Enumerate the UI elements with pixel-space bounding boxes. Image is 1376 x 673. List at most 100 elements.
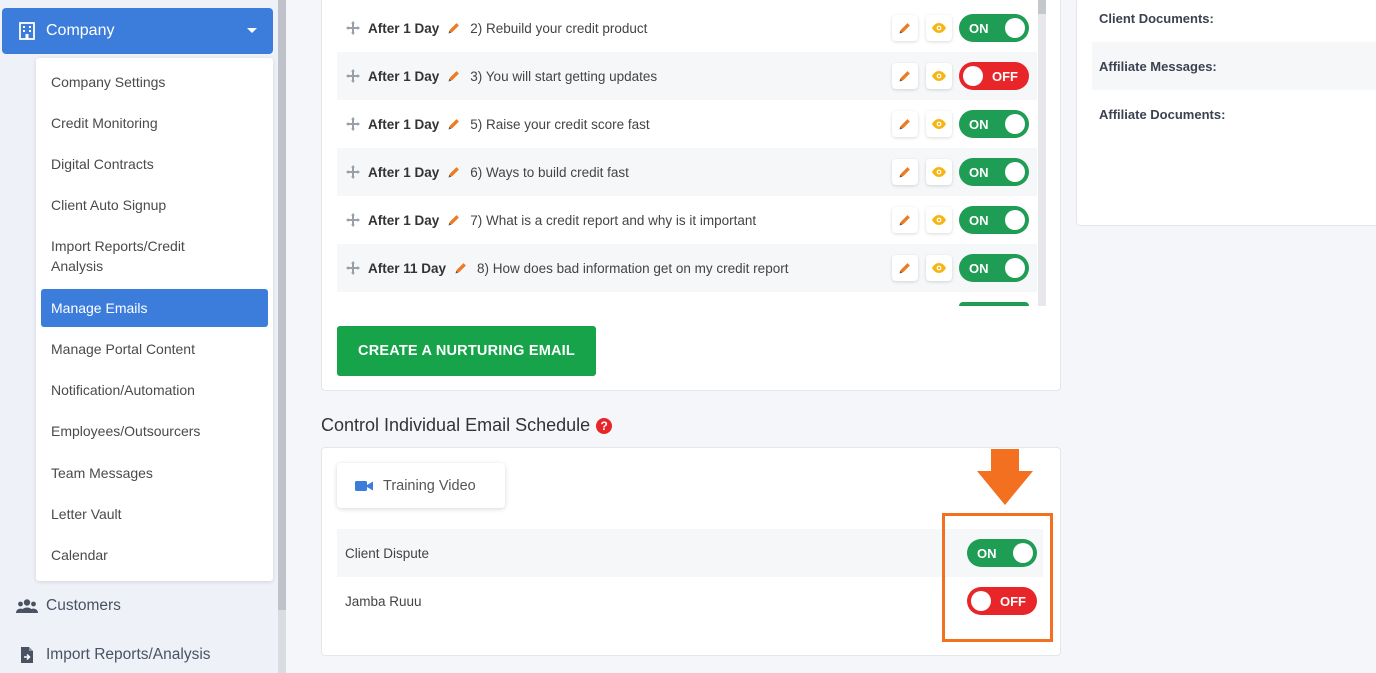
submenu-item-client-auto-signup[interactable]: Client Auto Signup xyxy=(51,195,266,215)
training-video-button[interactable]: Training Video xyxy=(337,463,505,508)
preview-button[interactable] xyxy=(926,255,952,281)
status-toggle[interactable]: ON xyxy=(959,206,1029,234)
toggle-label: ON xyxy=(969,260,989,276)
preview-button[interactable] xyxy=(926,207,952,233)
pencil-icon xyxy=(899,167,910,178)
pencil-icon[interactable] xyxy=(447,213,461,227)
delay-label: After 1 Day xyxy=(368,212,440,228)
submenu-item-manage-portal-content[interactable]: Manage Portal Content xyxy=(51,339,266,359)
toggle-label: OFF xyxy=(992,68,1018,84)
edit-button[interactable] xyxy=(892,15,918,41)
schedule-row: Jamba Ruuu xyxy=(337,577,1043,625)
status-toggle[interactable]: ON xyxy=(959,14,1029,42)
pencil-icon xyxy=(899,215,910,226)
status-toggle-partial[interactable] xyxy=(959,302,1029,306)
email-subject[interactable]: 8) How does bad information get on my cr… xyxy=(477,261,788,276)
edit-button[interactable] xyxy=(892,63,918,89)
video-camera-icon xyxy=(355,479,373,493)
section-title: Control Individual Email Schedule ? xyxy=(321,415,613,436)
pencil-icon[interactable] xyxy=(454,261,468,275)
schedule-title: Control Individual Email Schedule xyxy=(321,415,591,435)
eye-icon xyxy=(932,215,946,225)
edit-button[interactable] xyxy=(892,207,918,233)
eye-icon xyxy=(932,119,946,129)
pencil-icon[interactable] xyxy=(447,21,461,35)
email-subject[interactable]: 6) Ways to build credit fast xyxy=(470,165,629,180)
edit-button[interactable] xyxy=(892,111,918,137)
drag-handle-icon[interactable] xyxy=(345,260,361,276)
delay-label: After 1 Day xyxy=(368,68,440,84)
create-nurturing-email-button[interactable]: CREATE A NURTURING EMAIL xyxy=(337,326,596,376)
status-toggle[interactable]: ON xyxy=(959,254,1029,282)
sidebar-scrollbar-thumb[interactable] xyxy=(278,0,286,610)
submenu-item-employees-outsourcers[interactable]: Employees/Outsourcers xyxy=(51,421,266,441)
sidebar-item-label: Customers xyxy=(46,597,121,614)
edit-button[interactable] xyxy=(892,255,918,281)
submenu-item-digital-contracts[interactable]: Digital Contracts xyxy=(51,154,266,174)
drag-handle-icon[interactable] xyxy=(345,68,361,84)
email-subject[interactable]: 2) Rebuild your credit product xyxy=(470,21,647,36)
submenu-item-company-settings[interactable]: Company Settings xyxy=(51,72,266,92)
drag-handle-icon[interactable] xyxy=(345,212,361,228)
status-toggle[interactable]: ON xyxy=(959,158,1029,186)
delay-label: After 1 Day xyxy=(368,116,440,132)
delay-label: After 1 Day xyxy=(368,164,440,180)
client-documents-row: Client Documents: xyxy=(1092,0,1376,42)
status-toggle[interactable]: ON xyxy=(959,110,1029,138)
pencil-icon[interactable] xyxy=(447,117,461,131)
training-video-label: Training Video xyxy=(383,477,476,494)
pencil-icon[interactable] xyxy=(447,165,461,179)
eye-icon xyxy=(932,263,946,273)
submenu-item-notification-automation[interactable]: Notification/Automation xyxy=(51,380,266,400)
toggle-label: ON xyxy=(969,164,989,180)
pencil-icon xyxy=(899,23,910,34)
sidebar-item-customers[interactable]: Customers xyxy=(16,596,121,616)
preview-button[interactable] xyxy=(926,159,952,185)
toggle-label: ON xyxy=(969,20,989,36)
affiliate-documents-row: Affiliate Documents: xyxy=(1092,90,1376,138)
submenu-item-manage-emails[interactable]: Manage Emails xyxy=(41,289,268,327)
email-list-scrollbar[interactable] xyxy=(1038,0,1046,306)
toggle-knob xyxy=(963,66,983,86)
drag-handle-icon[interactable] xyxy=(345,164,361,180)
email-list-scrollbar-thumb[interactable] xyxy=(1038,0,1046,14)
toggle-knob xyxy=(1005,162,1025,182)
preview-button[interactable] xyxy=(926,111,952,137)
toggle-knob xyxy=(1005,18,1025,38)
arrow-down-icon xyxy=(977,449,1033,505)
preview-button[interactable] xyxy=(926,15,952,41)
email-subject[interactable]: 3) You will start getting updates xyxy=(470,69,657,84)
affiliate-messages-row: Affiliate Messages: xyxy=(1092,42,1376,90)
email-subject[interactable]: 7) What is a credit report and why is it… xyxy=(470,213,756,228)
delay-label: After 11 Day xyxy=(368,260,447,276)
chevron-down-icon xyxy=(247,28,257,33)
submenu-item-import-reports[interactable]: Import Reports/Credit Analysis xyxy=(51,236,221,276)
preview-button[interactable] xyxy=(926,63,952,89)
submenu-item-letter-vault[interactable]: Letter Vault xyxy=(51,504,266,524)
submenu-item-calendar[interactable]: Calendar xyxy=(51,545,266,565)
help-icon[interactable]: ? xyxy=(596,417,613,434)
drag-handle-icon[interactable] xyxy=(345,116,361,132)
email-subject[interactable]: 5) Raise your credit score fast xyxy=(470,117,649,132)
building-icon xyxy=(18,22,36,40)
edit-button[interactable] xyxy=(892,159,918,185)
toggle-knob xyxy=(1005,258,1025,278)
toggle-knob xyxy=(1005,114,1025,134)
pencil-icon[interactable] xyxy=(447,69,461,83)
pencil-icon xyxy=(899,119,910,130)
eye-icon xyxy=(932,71,946,81)
status-toggle[interactable]: OFF xyxy=(959,62,1029,90)
company-submenu: Company Settings Credit Monitoring Digit… xyxy=(36,58,273,581)
affiliate-documents-label: Affiliate Documents: xyxy=(1099,106,1226,122)
affiliate-messages-label: Affiliate Messages: xyxy=(1099,58,1217,74)
drag-handle-icon[interactable] xyxy=(345,20,361,36)
schedule-row-label: Client Dispute xyxy=(345,545,430,561)
pencil-icon xyxy=(899,263,910,274)
users-icon xyxy=(16,596,38,616)
submenu-item-credit-monitoring[interactable]: Credit Monitoring xyxy=(51,113,266,133)
highlight-box xyxy=(942,513,1053,642)
submenu-item-team-messages[interactable]: Team Messages xyxy=(51,463,266,483)
sidebar-item-label: Import Reports/Analysis xyxy=(46,646,211,663)
sidebar-item-import-reports[interactable]: Import Reports/Analysis xyxy=(16,645,211,665)
company-menu-button[interactable]: Company xyxy=(2,8,273,54)
